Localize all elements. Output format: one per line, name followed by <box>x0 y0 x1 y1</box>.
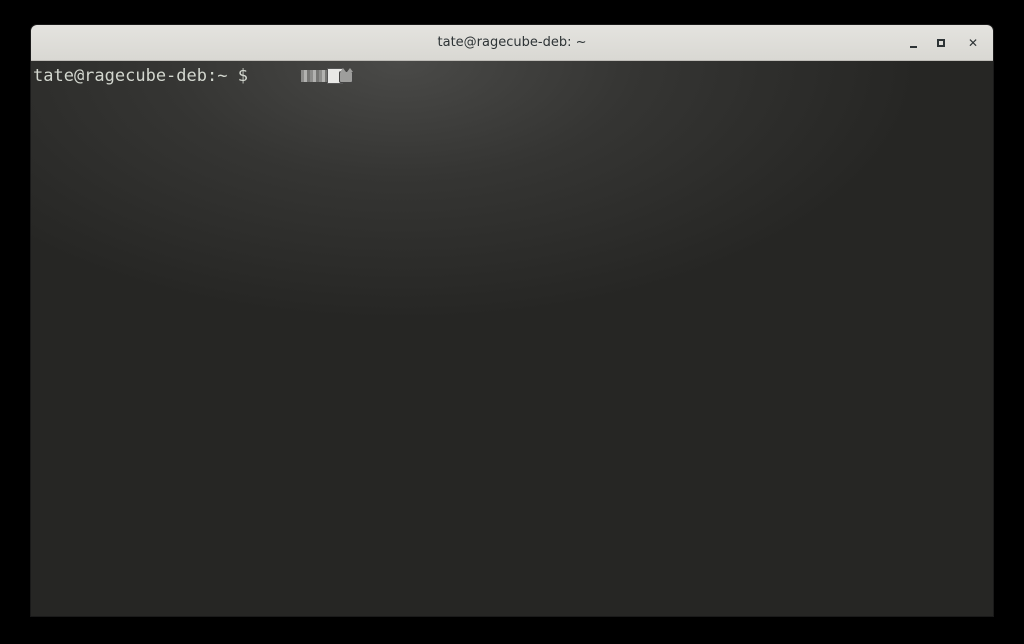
close-button[interactable]: ✕ <box>961 31 985 55</box>
maximize-icon <box>937 39 945 47</box>
shell-prompt: tate@ragecube-deb:~ $ <box>33 66 259 86</box>
title-bar[interactable]: tate@ragecube-deb: ~ ✕ <box>31 25 993 61</box>
minimize-icon <box>910 46 917 48</box>
cat-ear-left <box>340 68 346 72</box>
terminal-area[interactable]: tate@ragecube-deb:~ $ <box>31 61 993 616</box>
terminal-window: tate@ragecube-deb: ~ ✕ tate@ragecube-deb… <box>31 25 993 616</box>
window-title: tate@ragecube-deb: ~ <box>437 35 587 50</box>
rainbow-trail <box>301 70 329 82</box>
cat-sprite <box>327 67 355 85</box>
maximize-button[interactable] <box>929 31 953 55</box>
cat-ear-right <box>347 68 353 72</box>
close-icon: ✕ <box>967 36 979 50</box>
nyan-cat-icon <box>301 67 355 85</box>
minimize-button[interactable] <box>902 31 926 55</box>
cat-head <box>339 68 353 83</box>
